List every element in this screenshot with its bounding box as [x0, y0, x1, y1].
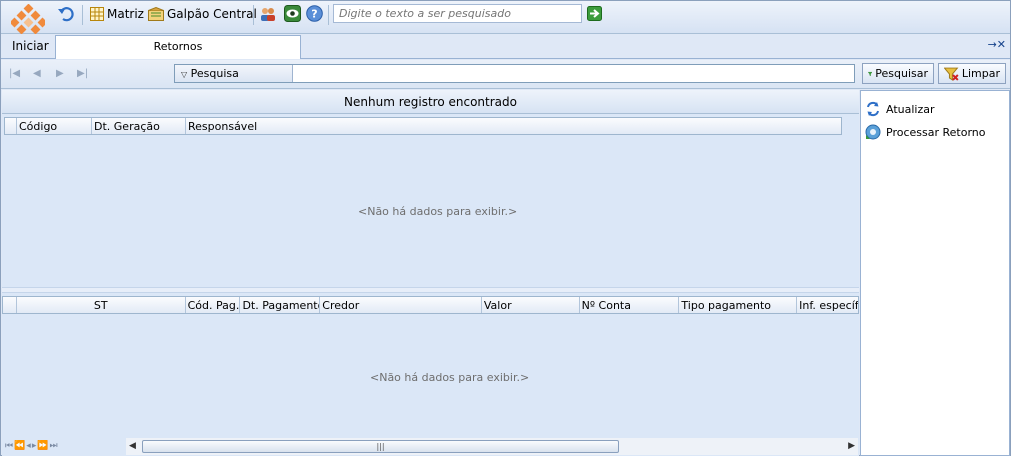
- tab-controls[interactable]: →✕: [988, 38, 1006, 51]
- tab-retornos[interactable]: Retornos: [55, 35, 301, 59]
- scroll-right-icon[interactable]: ▶: [848, 441, 855, 451]
- filter-bar: |◀ ◀ ▶ ▶| ▽ Pesquisa Pesquisar Limpar: [1, 60, 1010, 89]
- eye-icon[interactable]: [284, 5, 301, 22]
- chevron-down-icon: ▽: [181, 70, 188, 79]
- horizontal-scrollbar[interactable]: ◀ ||| ▶: [126, 438, 858, 455]
- atualizar-label: Atualizar: [886, 102, 935, 116]
- scrollbar-thumb[interactable]: |||: [142, 440, 619, 453]
- empty-message: <Não há dados para exibir.>: [358, 205, 518, 218]
- processar-retorno-action[interactable]: Processar Retorno: [865, 124, 985, 140]
- svg-text:?: ?: [311, 8, 317, 21]
- search-dropdown-label: Pesquisa: [190, 67, 239, 80]
- galpao-central-button[interactable]: Galpão Central: [148, 5, 257, 23]
- toolbar-separator: [82, 5, 83, 25]
- limpar-label: Limpar: [961, 67, 1000, 80]
- column-header[interactable]: Código: [17, 118, 92, 134]
- filter-icon: [868, 71, 873, 76]
- row-indicator-header[interactable]: [3, 297, 17, 313]
- column-header[interactable]: Inf. específi: [797, 297, 858, 313]
- main-toolbar: Matriz Galpão Central ?: [1, 1, 1010, 35]
- empty-message: <Não há dados para exibir.>: [370, 371, 530, 384]
- row-indicator-header[interactable]: [5, 118, 17, 134]
- atualizar-action[interactable]: Atualizar: [865, 101, 935, 117]
- undo-icon[interactable]: [57, 5, 75, 23]
- column-header[interactable]: Dt. Geração: [92, 118, 186, 134]
- filter-input[interactable]: ▽ Pesquisa: [174, 64, 855, 83]
- next-record-icon[interactable]: ▶: [56, 68, 64, 79]
- search-go-icon[interactable]: [587, 6, 602, 21]
- refresh-icon: [867, 101, 879, 117]
- column-header[interactable]: Responsável: [186, 118, 286, 134]
- pesquisar-button[interactable]: Pesquisar: [862, 63, 934, 84]
- record-navigator[interactable]: ⏮⏪◂▸⏩⏭: [5, 441, 59, 451]
- column-header[interactable]: Nº Conta: [580, 297, 680, 313]
- column-header[interactable]: Valor: [482, 297, 580, 313]
- actions-panel: Atualizar Processar Retorno: [860, 90, 1010, 456]
- retornos-grid-header: Código Dt. Geração Responsável: [4, 117, 842, 135]
- toolbar-separator: [328, 5, 329, 25]
- processar-retorno-label: Processar Retorno: [886, 125, 986, 139]
- app-logo-icon[interactable]: [11, 4, 45, 38]
- column-header[interactable]: Tipo pagamento: [679, 297, 798, 313]
- application-window: Matriz Galpão Central ? Digite o texto a…: [0, 0, 1011, 456]
- search-dropdown[interactable]: ▽ Pesquisa: [175, 65, 293, 82]
- column-header[interactable]: Credor: [320, 297, 482, 313]
- column-header[interactable]: Cód. Pag.: [186, 297, 241, 313]
- column-header[interactable]: ST: [17, 297, 186, 313]
- scroll-left-icon[interactable]: ◀: [129, 441, 136, 451]
- global-search-input[interactable]: [333, 4, 582, 23]
- clear-filter-icon: [944, 67, 959, 81]
- first-record-icon[interactable]: |◀: [9, 68, 20, 79]
- pagamentos-grid-header: ST Cód. Pag. Dt. Pagamento Credor Valor …: [2, 296, 859, 314]
- toolbar-separator: [253, 5, 254, 25]
- warehouse-icon: [148, 7, 164, 21]
- matriz-label: Matriz: [107, 7, 144, 21]
- users-icon[interactable]: [259, 6, 277, 22]
- grid-splitter[interactable]: [2, 287, 859, 293]
- last-record-icon[interactable]: ▶|: [77, 68, 88, 79]
- grid-caption: Nenhum registro encontrado: [2, 90, 859, 114]
- help-icon[interactable]: ?: [306, 5, 323, 22]
- process-icon: [865, 124, 881, 140]
- pesquisar-label: Pesquisar: [875, 67, 928, 80]
- galpao-label: Galpão Central: [167, 7, 257, 21]
- table-grid-icon: [90, 7, 104, 21]
- matriz-button[interactable]: Matriz: [90, 5, 144, 23]
- limpar-button[interactable]: Limpar: [938, 63, 1006, 84]
- start-button[interactable]: Iniciar: [12, 39, 49, 53]
- prev-record-icon[interactable]: ◀: [33, 68, 41, 79]
- grid-panel: Nenhum registro encontrado Código Dt. Ge…: [2, 90, 859, 456]
- column-header[interactable]: Dt. Pagamento: [240, 297, 321, 313]
